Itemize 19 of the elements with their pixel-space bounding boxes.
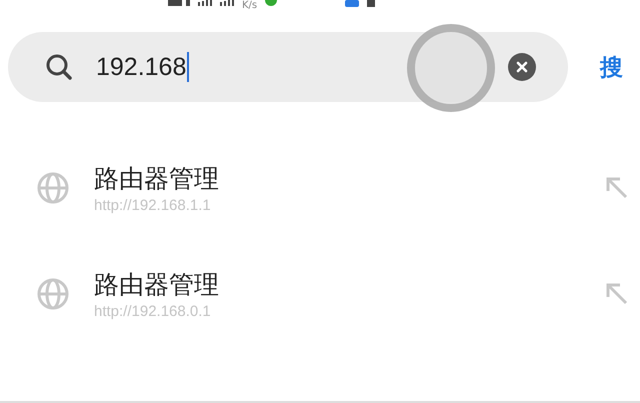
- clear-button[interactable]: [508, 53, 536, 81]
- network-speed-unit: K/s: [242, 0, 258, 12]
- suggestion-title[interactable]: 路由器管理: [94, 268, 219, 301]
- suggestion-title[interactable]: 路由器管理: [94, 162, 219, 195]
- close-icon: [515, 60, 529, 74]
- arrow-up-left-icon[interactable]: [604, 175, 630, 201]
- search-button[interactable]: 搜: [600, 52, 623, 82]
- battery-icon: [168, 0, 190, 6]
- signal-icon: [198, 0, 212, 6]
- notification-icon: [345, 0, 360, 7]
- globe-icon: [36, 277, 70, 311]
- globe-icon: [36, 171, 70, 205]
- suggestion-url: http://192.168.0.1: [94, 303, 211, 320]
- signal-icon: [220, 0, 234, 6]
- arrow-up-left-icon[interactable]: [604, 281, 630, 307]
- search-input-text: 192.168: [96, 52, 186, 82]
- suggestion-url: http://192.168.1.1: [94, 197, 211, 214]
- search-icon: [44, 52, 74, 82]
- text-cursor: [187, 52, 190, 82]
